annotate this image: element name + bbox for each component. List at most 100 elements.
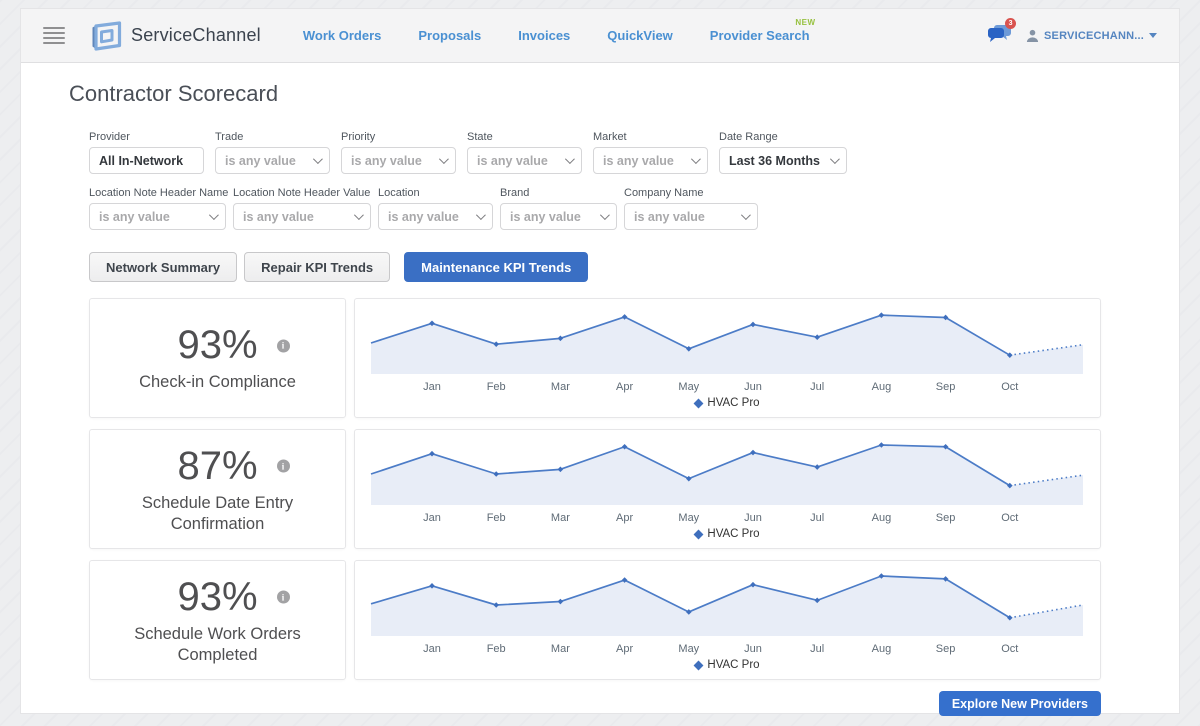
filter-dropdown-priority[interactable]: is any value — [341, 147, 456, 174]
filter-brand: Brandis any value — [500, 187, 617, 230]
chevron-down-icon — [691, 154, 701, 164]
x-axis-label: Jul — [810, 643, 824, 655]
kpi-value-wrap: 93%i — [177, 575, 257, 620]
kpi-row-2: 87%iSchedule Date Entry ConfirmationJanF… — [89, 429, 1179, 549]
chevron-down-icon — [565, 154, 575, 164]
filter-dropdown-company-name[interactable]: is any value — [624, 203, 758, 230]
new-badge: NEW — [795, 18, 815, 27]
info-icon[interactable]: i — [277, 339, 290, 352]
chevron-down-icon — [830, 154, 840, 164]
filter-trade: Tradeis any value — [215, 131, 330, 174]
app-panel: ServiceChannel Work Orders Proposals Invoi… — [20, 8, 1180, 714]
filter-label: Location Note Header Name — [89, 187, 226, 199]
filter-dropdown-location-note-header-value[interactable]: is any value — [233, 203, 371, 230]
filter-label: Provider — [89, 131, 204, 143]
chart-legend[interactable]: HVAC Pro — [695, 397, 759, 409]
nav-link-invoices[interactable]: Invoices — [518, 28, 570, 43]
kpi-trend-chart-3: JanFebMarAprMayJunJulAugSepOct — [370, 566, 1085, 658]
nav-right: 3 SERVICECHANN... — [988, 23, 1157, 48]
tab-maintenance-kpi-trends[interactable]: Maintenance KPI Trends — [404, 252, 588, 282]
chart-area-fill — [371, 315, 1083, 374]
chart-card-3: JanFebMarAprMayJunJulAugSepOctHVAC Pro — [354, 560, 1101, 680]
tab-repair-kpi-trends[interactable]: Repair KPI Trends — [244, 252, 390, 282]
x-axis-label: Jul — [810, 381, 824, 393]
filter-label: Date Range — [719, 131, 847, 143]
filter-dropdown-location[interactable]: is any value — [378, 203, 493, 230]
brand-logo[interactable]: ServiceChannel — [89, 21, 261, 51]
x-axis-label: Mar — [551, 512, 570, 524]
filter-dropdown-state[interactable]: is any value — [467, 147, 582, 174]
info-icon[interactable]: i — [277, 460, 290, 473]
kpi-label: Schedule Date Entry Confirmation — [113, 493, 323, 534]
diamond-marker-icon — [694, 660, 704, 670]
chevron-down-icon — [1149, 33, 1157, 38]
nav-link-work-orders[interactable]: Work Orders — [303, 28, 382, 43]
x-axis-label: Feb — [487, 512, 506, 524]
diamond-marker-icon — [694, 529, 704, 539]
chart-area-fill — [371, 445, 1083, 505]
filter-row-1: Provider Tradeis any value Priority is any … — [89, 131, 1179, 174]
kpi-value: 93% — [177, 575, 257, 620]
x-axis-label: Mar — [551, 381, 570, 393]
chevron-down-icon — [354, 210, 364, 220]
x-axis-label: Oct — [1001, 512, 1018, 524]
x-axis-label: May — [678, 381, 699, 393]
servicechannel-logo-icon — [89, 21, 123, 51]
x-axis-label: May — [678, 643, 699, 655]
chart-card-1: JanFebMarAprMayJunJulAugSepOctHVAC Pro — [354, 298, 1101, 418]
filter-dropdown-trade[interactable]: is any value — [215, 147, 330, 174]
filter-input-provider[interactable] — [89, 147, 204, 174]
notifications-button[interactable]: 3 — [988, 23, 1012, 48]
x-axis-label: Aug — [872, 381, 892, 393]
chevron-down-icon — [741, 210, 751, 220]
filter-provider: Provider — [89, 131, 204, 174]
x-axis-label: Jan — [423, 381, 441, 393]
kpi-value-wrap: 93%i — [177, 323, 257, 368]
brand-name: ServiceChannel — [131, 25, 261, 46]
filter-label: Priority — [341, 131, 456, 143]
x-axis-label: Jan — [423, 512, 441, 524]
x-axis-label: May — [678, 512, 699, 524]
x-axis-label: Apr — [616, 381, 633, 393]
explore-new-providers-button[interactable]: Explore New Providers — [939, 691, 1101, 716]
x-axis-label: Apr — [616, 512, 633, 524]
filters-section: Provider Tradeis any value Priority is any … — [89, 131, 1179, 230]
filter-label: State — [467, 131, 582, 143]
filter-dropdown-location-note-header-name[interactable]: is any value — [89, 203, 226, 230]
info-icon[interactable]: i — [277, 591, 290, 604]
filter-row-2: Location Note Header Nameis any valueLoc… — [89, 187, 1179, 230]
x-axis-label: Oct — [1001, 643, 1018, 655]
chart-legend[interactable]: HVAC Pro — [695, 528, 759, 540]
diamond-marker-icon — [694, 398, 704, 408]
filter-location-note-header-value: Location Note Header Valueis any value — [233, 187, 371, 230]
filter-location: Location is any value — [378, 187, 493, 230]
nav-link-provider-search[interactable]: Provider SearchNEW — [710, 28, 810, 43]
nav-link-quickview[interactable]: QuickView — [607, 28, 673, 43]
report-tabs: Network SummaryRepair KPI Trends Maintena… — [89, 252, 1179, 282]
notification-count-badge: 3 — [1005, 18, 1016, 29]
hamburger-menu-icon[interactable] — [43, 27, 65, 44]
x-axis-label: Mar — [551, 643, 570, 655]
filter-dropdown-brand[interactable]: is any value — [500, 203, 617, 230]
kpi-row-1: 93%iCheck-in ComplianceJanFebMarAprMayJu… — [89, 298, 1179, 418]
nav-link-proposals[interactable]: Proposals — [418, 28, 481, 43]
top-navbar: ServiceChannel Work Orders Proposals Invoi… — [21, 9, 1179, 63]
x-axis-label: Sep — [936, 512, 956, 524]
x-axis-label: Jun — [744, 512, 762, 524]
x-axis-label: Sep — [936, 381, 956, 393]
user-menu[interactable]: SERVICECHANN... — [1026, 29, 1157, 42]
filter-label: Location — [378, 187, 493, 199]
x-axis-label: Jun — [744, 381, 762, 393]
tab-network-summary[interactable]: Network Summary — [89, 252, 237, 282]
footer-actions: Explore New Providers — [89, 691, 1101, 716]
chart-legend[interactable]: HVAC Pro — [695, 659, 759, 671]
x-axis-label: Jun — [744, 643, 762, 655]
x-axis-label: Feb — [487, 643, 506, 655]
filter-selected-value: is any value — [477, 154, 548, 168]
kpi-row-3: 93%iSchedule Work Orders CompletedJanFeb… — [89, 560, 1179, 680]
filter-dropdown-date-range[interactable]: Last 36 Months — [719, 147, 847, 174]
filter-date-range: Date Range Last 36 Months — [719, 131, 847, 174]
nav-links: Work Orders Proposals Invoices QuickView Pro… — [303, 28, 810, 43]
filter-label: Company Name — [624, 187, 758, 199]
filter-dropdown-market[interactable]: is any value — [593, 147, 708, 174]
